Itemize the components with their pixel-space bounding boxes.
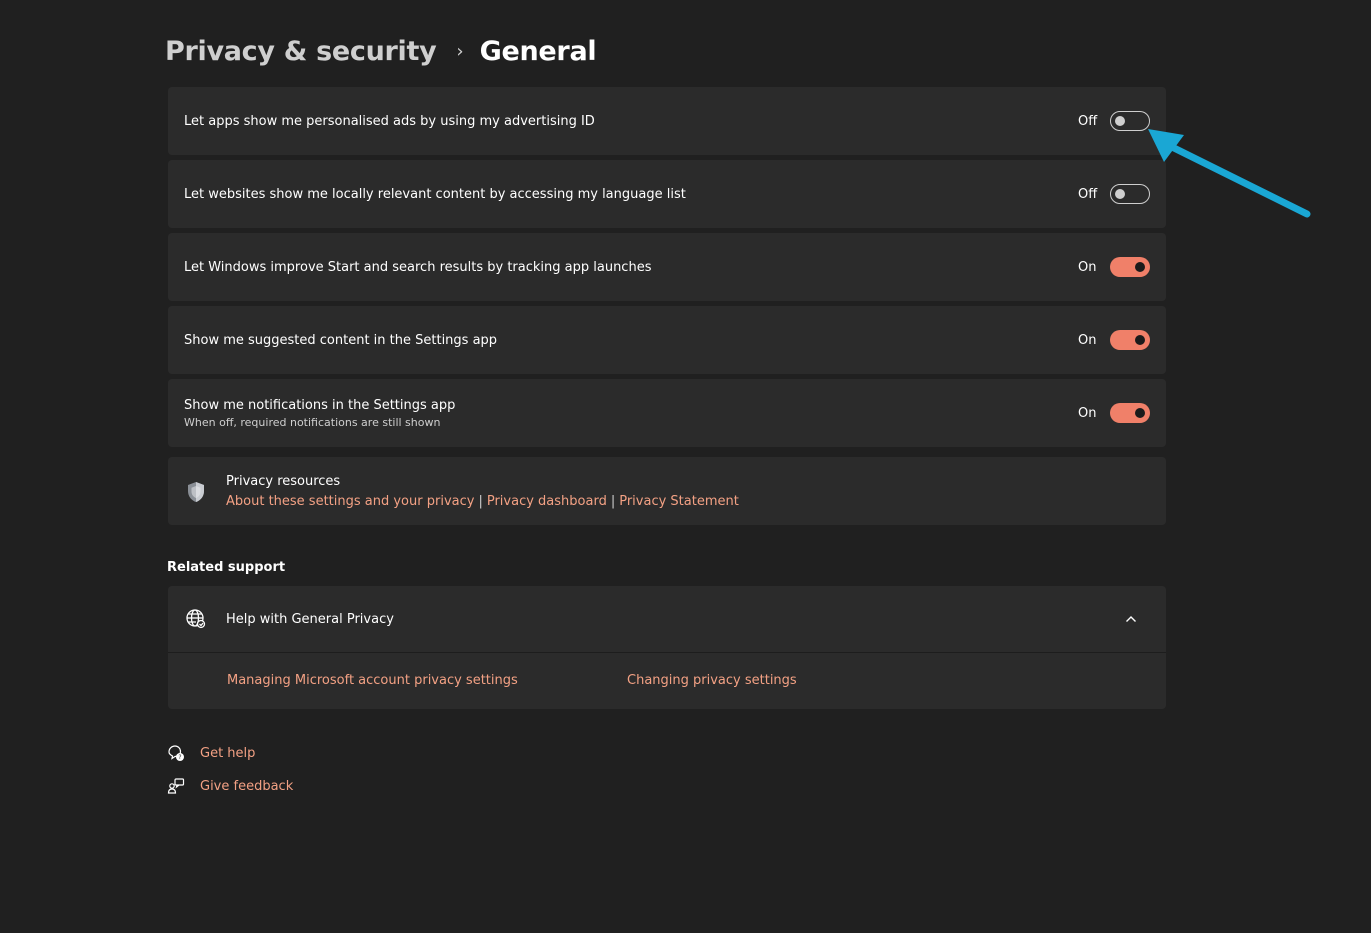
shield-icon [188, 482, 204, 502]
setting-label: Show me notifications in the Settings ap… [184, 397, 456, 413]
toggle-state: On [1078, 259, 1097, 275]
setting-app-launches: Let Windows improve Start and search res… [168, 233, 1166, 301]
changing-privacy-settings-link[interactable]: Changing privacy settings [627, 673, 797, 688]
managing-account-privacy-link[interactable]: Managing Microsoft account privacy setti… [227, 673, 518, 688]
help-title: Help with General Privacy [226, 611, 394, 627]
chevron-right-icon: › [456, 40, 464, 62]
toggle-state: On [1078, 405, 1097, 421]
get-help-label: Get help [200, 745, 256, 761]
get-help-link[interactable]: ? Get help [167, 744, 255, 762]
notifications-toggle[interactable] [1110, 403, 1150, 423]
advertising-id-toggle[interactable] [1110, 111, 1150, 131]
page-title: General [479, 35, 597, 67]
privacy-statement-link[interactable]: Privacy Statement [619, 494, 739, 509]
svg-text:?: ? [178, 754, 181, 761]
help-expander: Help with General Privacy Managing Micro… [168, 586, 1166, 709]
language-list-toggle[interactable] [1110, 184, 1150, 204]
privacy-resources-title: Privacy resources [226, 473, 341, 489]
toggle-state: Off [1078, 113, 1098, 129]
feedback-icon [167, 778, 185, 794]
toggle-state: On [1078, 332, 1097, 348]
app-launches-toggle[interactable] [1110, 257, 1150, 277]
chevron-up-icon[interactable] [1124, 612, 1138, 626]
help-general-privacy-header[interactable]: Help with General Privacy [168, 586, 1166, 653]
toggle-state: Off [1078, 186, 1098, 202]
setting-suggested-content: Show me suggested content in the Setting… [168, 306, 1166, 374]
setting-label: Let apps show me personalised ads by usi… [184, 113, 595, 129]
setting-label: Let Windows improve Start and search res… [184, 259, 652, 275]
globe-icon [186, 609, 206, 629]
setting-advertising-id: Let apps show me personalised ads by usi… [168, 87, 1166, 155]
get-help-icon: ? [168, 745, 184, 761]
privacy-resources-card: Privacy resources About these settings a… [168, 457, 1166, 525]
link-separator: | [610, 493, 616, 509]
setting-language-list: Let websites show me locally relevant co… [168, 160, 1166, 228]
give-feedback-label: Give feedback [200, 778, 294, 794]
link-separator: | [478, 493, 483, 509]
related-support-heading: Related support [167, 560, 286, 575]
setting-notifications: Show me notifications in the Settings ap… [168, 379, 1166, 447]
suggested-content-toggle[interactable] [1110, 330, 1150, 350]
give-feedback-link[interactable]: Give feedback [167, 777, 293, 795]
setting-label: Show me suggested content in the Setting… [184, 332, 498, 348]
privacy-dashboard-link[interactable]: Privacy dashboard [487, 494, 607, 509]
setting-sublabel: When off, required notifications are sti… [184, 415, 441, 429]
setting-label: Let websites show me locally relevant co… [184, 186, 686, 202]
about-settings-link[interactable]: About these settings and your privacy [226, 494, 474, 509]
breadcrumb-parent[interactable]: Privacy & security [165, 36, 437, 67]
breadcrumb: Privacy & security › General [165, 32, 597, 70]
